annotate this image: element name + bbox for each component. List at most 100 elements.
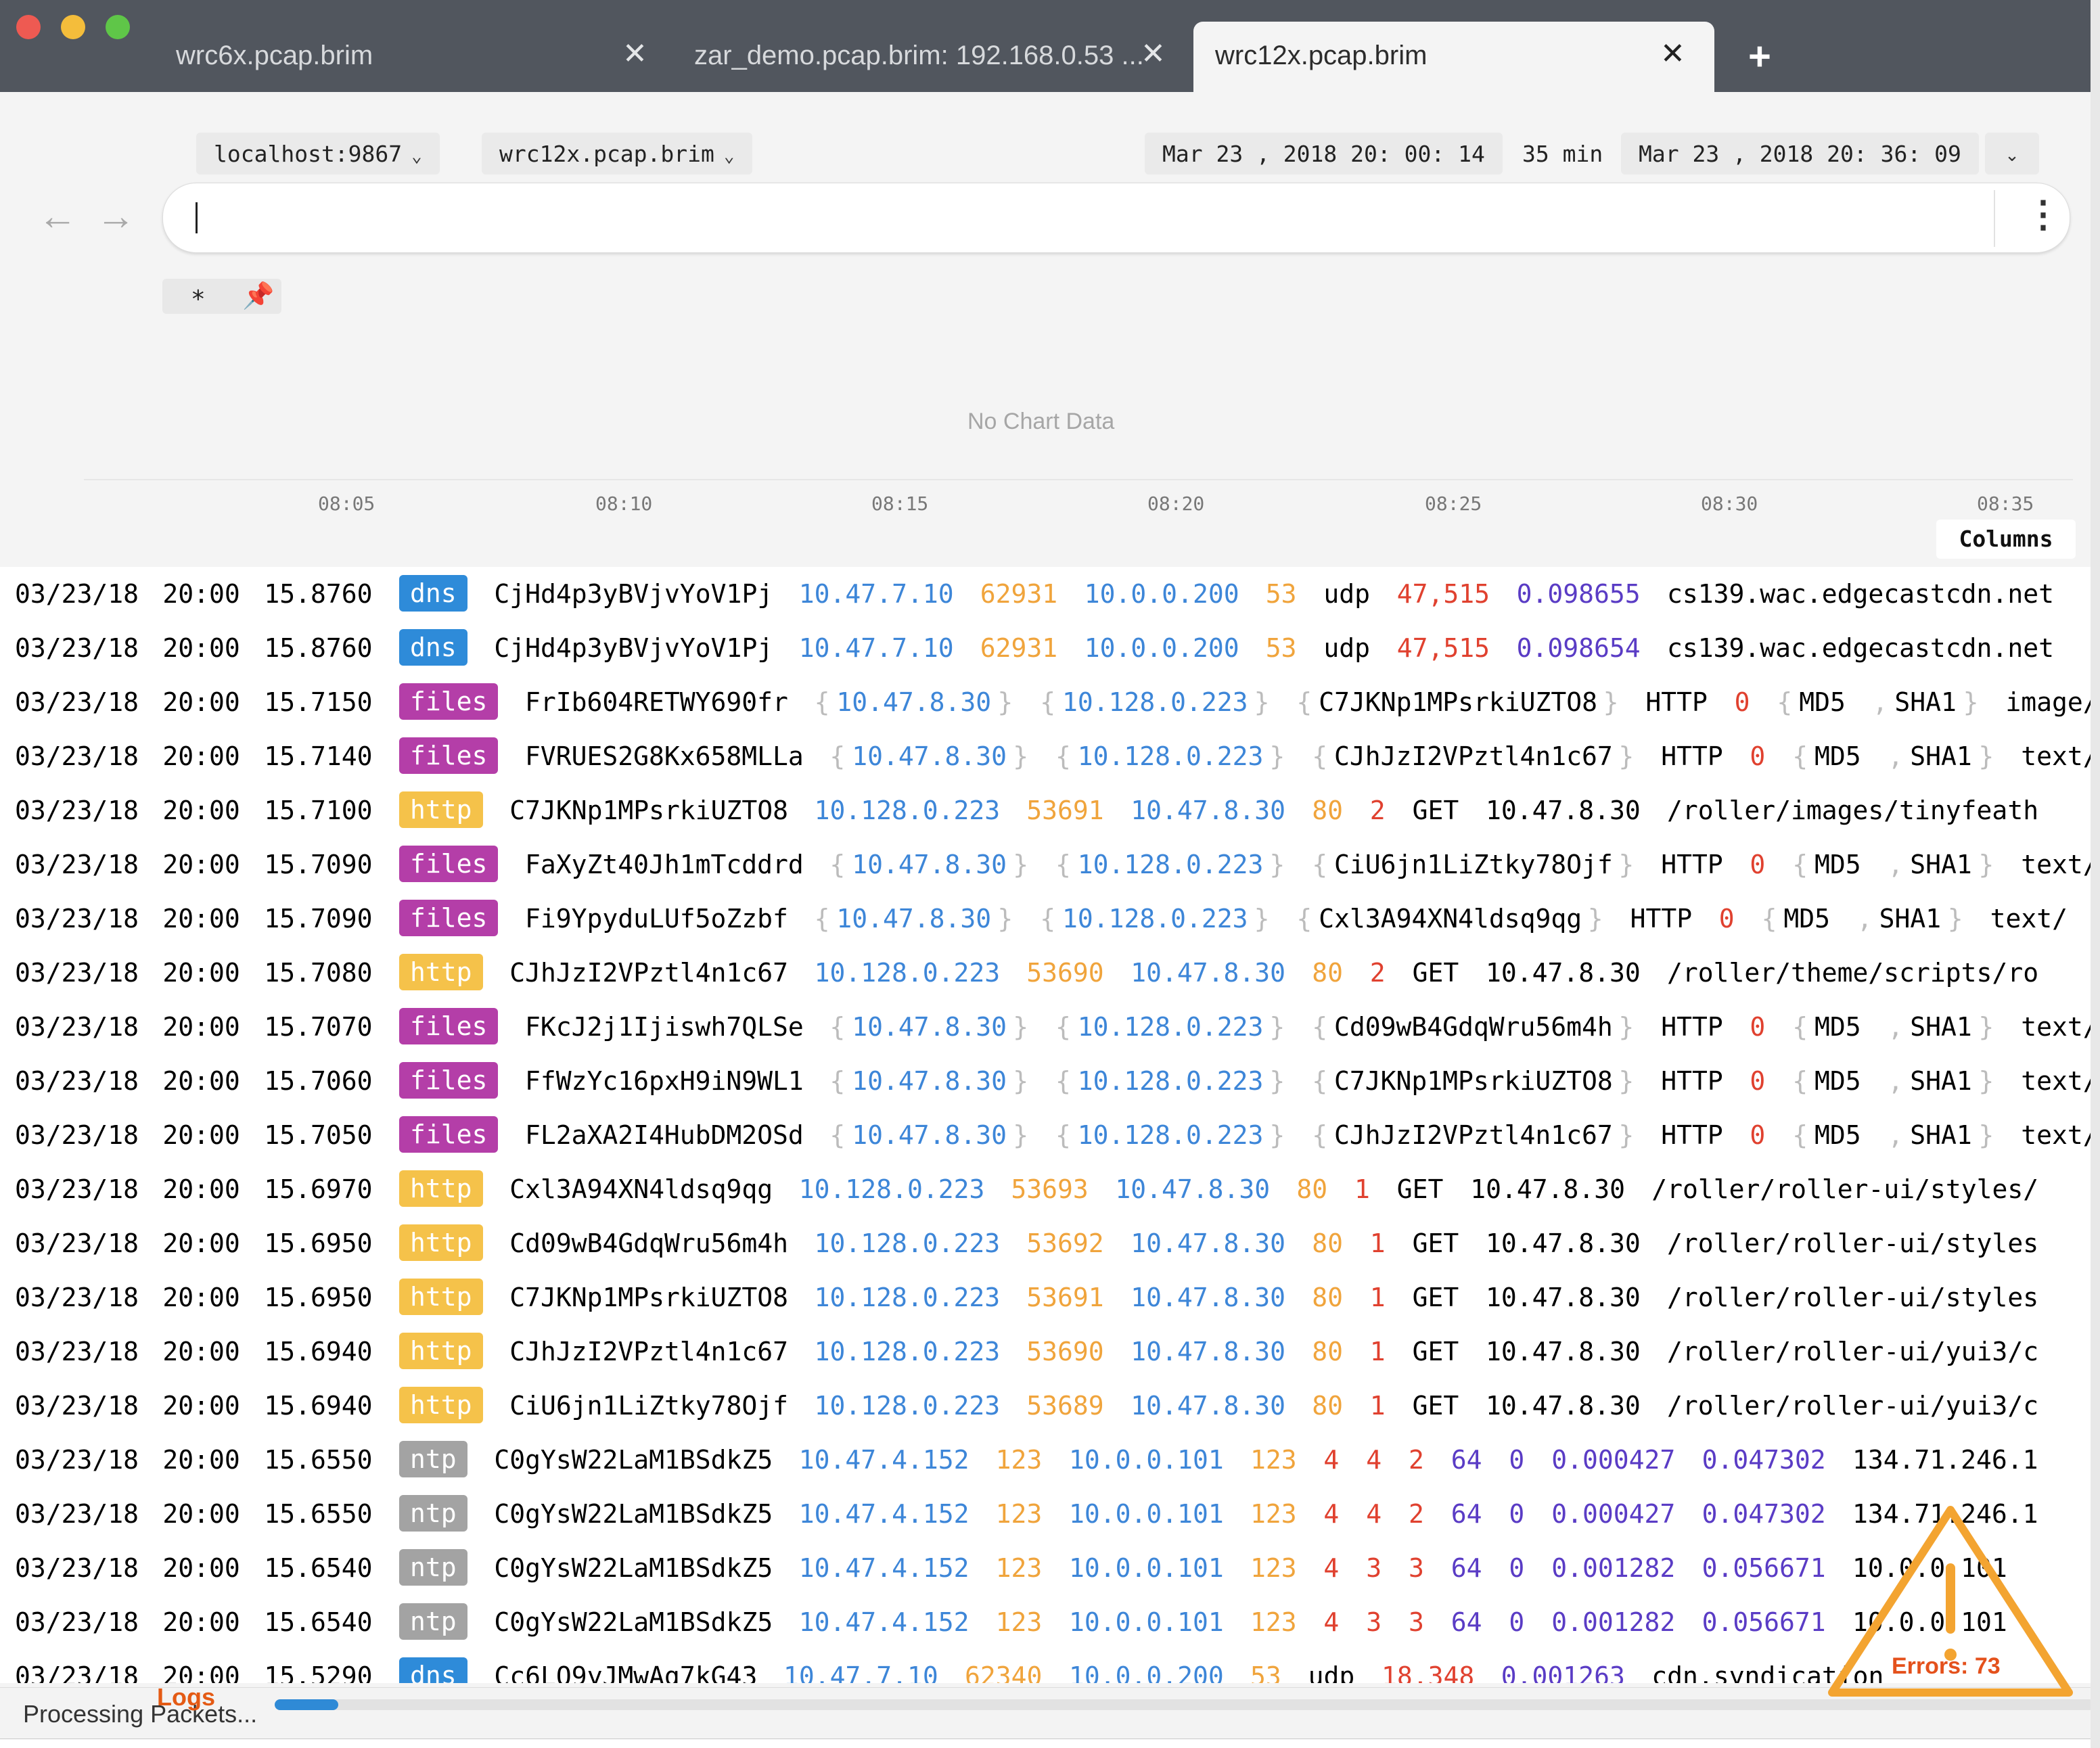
timestamp-seconds[interactable]: 15.6950 (264, 1283, 372, 1312)
field-value[interactable]: 123 (996, 1607, 1043, 1637)
bracket-glyph[interactable]: { (1312, 850, 1327, 879)
field-value[interactable]: 10.47.4.152 (799, 1445, 969, 1475)
field-value[interactable]: text/ (2021, 850, 2091, 879)
field-value[interactable]: C0gYsW22LaM1BSdkZ5 (494, 1499, 773, 1529)
field-value[interactable]: GET (1413, 1337, 1459, 1366)
bracket-glyph[interactable]: { (829, 1012, 845, 1042)
field-value[interactable]: 10.47.8.30 (1131, 796, 1285, 825)
bracket-glyph[interactable]: } (1254, 904, 1270, 934)
field-value[interactable]: HTTP (1630, 904, 1693, 934)
bracket-glyph[interactable]: , (1888, 741, 1903, 771)
field-value[interactable]: MD5 (1814, 1120, 1861, 1150)
timestamp-time[interactable]: 20:00 (162, 1661, 239, 1683)
timestamp-time[interactable]: 20:00 (162, 850, 239, 879)
field-value[interactable]: 3 (1409, 1553, 1424, 1583)
field-value[interactable]: 47,515 (1397, 579, 1490, 609)
bracket-glyph[interactable]: } (1013, 1120, 1028, 1150)
bracket-glyph[interactable]: { (1296, 904, 1312, 934)
field-value[interactable]: 1 (1370, 1283, 1386, 1312)
field-value[interactable]: Cd09wB4GdqWru56m4h (1334, 1012, 1613, 1042)
path-badge[interactable]: ntp (399, 1603, 467, 1640)
tab-zar-demo[interactable]: zar_demo.pcap.brim: 192.168.0.53 ... ✕ (677, 22, 1191, 92)
field-value[interactable]: 53 (1266, 633, 1297, 663)
close-window-button[interactable] (16, 15, 41, 39)
bracket-glyph[interactable]: { (1792, 1012, 1808, 1042)
field-value[interactable]: 10.0.0.200 (1085, 633, 1239, 663)
field-value[interactable]: 10.47.8.30 (1486, 796, 1641, 825)
field-value[interactable]: 64 (1451, 1499, 1482, 1529)
field-value[interactable]: GET (1413, 796, 1459, 825)
field-value[interactable]: 4 (1323, 1607, 1339, 1637)
field-value[interactable]: 80 (1312, 1283, 1343, 1312)
field-value[interactable]: text/ (2021, 741, 2091, 771)
timestamp-time[interactable]: 20:00 (162, 1607, 239, 1637)
timestamp-seconds[interactable]: 15.7070 (264, 1012, 372, 1042)
field-value[interactable]: 4 (1323, 1499, 1339, 1529)
field-value[interactable]: 53691 (1026, 1283, 1103, 1312)
field-value[interactable]: 80 (1312, 796, 1343, 825)
field-value[interactable]: 3 (1366, 1553, 1382, 1583)
timestamp-seconds[interactable]: 15.6540 (264, 1553, 372, 1583)
field-value[interactable]: 0 (1509, 1499, 1524, 1529)
field-value[interactable]: 2 (1409, 1499, 1424, 1529)
field-value[interactable]: 10.47.8.30 (1131, 1283, 1285, 1312)
field-value[interactable]: 123 (1250, 1553, 1297, 1583)
field-value[interactable]: FKcJ2j1Ijiswh7QLSe (525, 1012, 804, 1042)
pinned-filter[interactable]: * (191, 285, 206, 313)
path-badge[interactable]: files (399, 1008, 499, 1044)
field-value[interactable]: 10.128.0.223 (799, 1174, 985, 1204)
field-value[interactable]: Cc6LO9yJMwAg7kG43 (494, 1661, 757, 1683)
field-value[interactable]: 10.128.0.223 (815, 1391, 1001, 1421)
field-value[interactable]: SHA1 (1910, 1120, 1972, 1150)
bracket-glyph[interactable]: } (997, 904, 1013, 934)
field-value[interactable]: 123 (996, 1445, 1043, 1475)
timestamp-seconds[interactable]: 15.7060 (264, 1066, 372, 1096)
field-value[interactable]: text/ (2021, 1120, 2091, 1150)
bracket-glyph[interactable]: { (1762, 904, 1777, 934)
field-value[interactable]: /roller/images/tinyfeath (1667, 796, 2038, 825)
bracket-glyph[interactable]: } (1618, 1012, 1634, 1042)
timestamp-date[interactable]: 03/23/18 (15, 579, 139, 609)
field-value[interactable]: 10.128.0.223 (1078, 1120, 1264, 1150)
field-value[interactable]: 53 (1266, 579, 1297, 609)
timestamp-seconds[interactable]: 15.6540 (264, 1607, 372, 1637)
path-badge[interactable]: http (399, 1387, 483, 1423)
field-value[interactable]: 0.001282 (1551, 1607, 1675, 1637)
field-value[interactable]: text/ (2021, 1012, 2091, 1042)
bracket-glyph[interactable]: { (829, 1120, 845, 1150)
field-value[interactable]: 10.47.8.30 (852, 1012, 1007, 1042)
field-value[interactable]: SHA1 (1910, 1012, 1972, 1042)
timestamp-date[interactable]: 03/23/18 (15, 1391, 139, 1421)
field-value[interactable]: 53 (1250, 1661, 1281, 1683)
path-badge[interactable]: files (399, 683, 499, 720)
field-value[interactable]: SHA1 (1910, 850, 1972, 879)
table-row[interactable]: 03/23/18 20:00 15.5290 dns Cc6LO9yJMwAg7kG43… (0, 1649, 2091, 1683)
columns-button[interactable]: Columns (1936, 520, 2076, 559)
field-value[interactable]: CJhJzI2VPztl4n1c67 (509, 958, 788, 988)
field-value[interactable]: 10.128.0.223 (1078, 850, 1264, 879)
table-row[interactable]: 03/23/18 20:00 15.7090 files FaXyZt40Jh1mTcd… (0, 837, 2091, 892)
field-value[interactable]: SHA1 (1879, 904, 1942, 934)
timestamp-seconds[interactable]: 15.6940 (264, 1391, 372, 1421)
bracket-glyph[interactable]: { (1792, 1066, 1808, 1096)
field-value[interactable]: FfWzYc16pxH9iN9WL1 (525, 1066, 804, 1096)
timestamp-seconds[interactable]: 15.6550 (264, 1445, 372, 1475)
timestamp-time[interactable]: 20:00 (162, 958, 239, 988)
field-value[interactable]: 123 (1250, 1499, 1297, 1529)
field-value[interactable]: 123 (1250, 1607, 1297, 1637)
field-value[interactable]: 80 (1312, 958, 1343, 988)
field-value[interactable]: CJhJzI2VPztl4n1c67 (509, 1337, 788, 1366)
field-value[interactable]: FaXyZt40Jh1mTcddrd (525, 850, 804, 879)
table-row[interactable]: 03/23/18 20:00 15.8760 dns CjHd4p3yBVjvYoV1P… (0, 621, 2091, 675)
field-value[interactable]: 10.47.4.152 (799, 1607, 969, 1637)
field-value[interactable]: HTTP (1661, 1120, 1723, 1150)
field-value[interactable]: GET (1413, 1228, 1459, 1258)
timestamp-seconds[interactable]: 15.6940 (264, 1337, 372, 1366)
field-value[interactable]: text/ (2021, 1066, 2091, 1096)
field-value[interactable]: /roller/roller-ui/styles (1667, 1228, 2038, 1258)
field-value[interactable]: CiU6jn1LiZtky78Ojf (509, 1391, 788, 1421)
timestamp-date[interactable]: 03/23/18 (15, 687, 139, 717)
table-row[interactable]: 03/23/18 20:00 15.7070 files FKcJ2j1Ijiswh7Q… (0, 1000, 2091, 1054)
field-value[interactable]: /roller/roller-ui/yui3/c (1667, 1337, 2038, 1366)
timestamp-time[interactable]: 20:00 (162, 1553, 239, 1583)
